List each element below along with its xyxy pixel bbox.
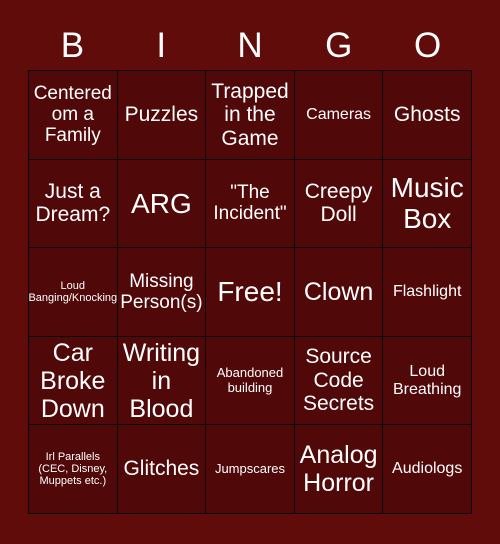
bingo-grid: Centered om a Family Puzzles Trapped in th… — [28, 70, 472, 514]
bingo-cell-label: Source Code Secrets — [302, 345, 375, 416]
bingo-cell-r4c4[interactable]: Source Code Secrets — [294, 336, 384, 426]
bingo-cell-r3c1[interactable]: Loud Banging/Knocking — [29, 248, 118, 337]
bingo-cell-r4c1[interactable]: Car Broke Down — [29, 336, 118, 426]
bingo-cell-label: Cameras — [306, 105, 372, 123]
bingo-cell-label: Flashlight — [392, 283, 462, 301]
bingo-cell-r2c2[interactable]: ARG — [117, 159, 207, 249]
bingo-cell-r5c1[interactable]: Irl Parallels (CEC, Disney, Muppets etc.… — [29, 425, 118, 514]
bingo-header-letter-i: I — [156, 25, 167, 65]
bingo-cell-label: Audiologs — [392, 460, 463, 478]
bingo-cell-label: Glitches — [123, 457, 200, 481]
bingo-cell-r5c5[interactable]: Audiologs — [383, 425, 472, 514]
bingo-cell-r3c5[interactable]: Flashlight — [383, 248, 472, 337]
bingo-cell-label: "The Incident" — [213, 182, 287, 225]
bingo-cell-label: Missing Person(s) — [120, 270, 203, 313]
bingo-cell-label: Just a Dream? — [35, 179, 111, 227]
bingo-cell-r4c5[interactable]: Loud Breathing — [383, 336, 472, 426]
bingo-cell-label: Loud Breathing — [392, 362, 462, 398]
bingo-cell-label: Music Box — [390, 172, 464, 235]
bingo-cell-r3c4[interactable]: Clown — [294, 248, 384, 337]
bingo-cell-label: Creepy Doll — [304, 179, 373, 227]
bingo-cell-label: Free! — [217, 276, 283, 308]
bingo-cell-label: Puzzles — [124, 103, 199, 127]
bingo-cell-label: Centered om a Family — [33, 82, 112, 147]
bingo-cell-r4c2[interactable]: Writing in Blood — [117, 336, 207, 426]
bingo-header-letter-o: O — [413, 25, 442, 65]
bingo-cell-r5c4[interactable]: Analog Horror — [294, 425, 384, 514]
bingo-cell-label: Irl Parallels (CEC, Disney, Muppets etc.… — [38, 450, 108, 488]
bingo-cell-r1c5[interactable]: Ghosts — [383, 71, 472, 160]
bingo-cell-r1c3[interactable]: Trapped in the Game — [206, 71, 295, 160]
bingo-card: B I N G O Centered om a Family Puzzles Tra… — [0, 0, 500, 544]
bingo-cell-label: Loud Banging/Knocking — [29, 279, 118, 304]
bingo-cell-r1c4[interactable]: Cameras — [294, 71, 384, 160]
bingo-header-letter-b: B — [60, 25, 85, 65]
bingo-cell-label: Ghosts — [393, 103, 461, 127]
bingo-cell-label: Trapped in the Game — [211, 79, 289, 150]
bingo-cell-label: Car Broke Down — [40, 338, 106, 423]
bingo-cell-r1c2[interactable]: Puzzles — [117, 71, 207, 160]
bingo-cell-r2c4[interactable]: Creepy Doll — [294, 159, 384, 249]
bingo-cell-r5c2[interactable]: Glitches — [117, 425, 207, 514]
bingo-cell-label: Clown — [303, 277, 374, 306]
bingo-cell-label: ARG — [131, 187, 192, 219]
bingo-cell-r5c3[interactable]: Jumpscares — [206, 425, 295, 514]
bingo-cell-label: Abandoned building — [216, 365, 284, 395]
bingo-cell-r2c1[interactable]: Just a Dream? — [29, 159, 118, 249]
bingo-cell-r2c3[interactable]: "The Incident" — [206, 159, 295, 249]
bingo-header: B I N G O — [28, 20, 472, 70]
bingo-cell-label: Analog Horror — [299, 441, 378, 498]
bingo-cell-label: Writing in Blood — [122, 338, 201, 423]
bingo-header-letter-n: N — [237, 25, 263, 65]
bingo-cell-r1c1[interactable]: Centered om a Family — [29, 71, 118, 160]
bingo-cell-r3c3[interactable]: Free! — [206, 248, 295, 337]
bingo-cell-r2c5[interactable]: Music Box — [383, 159, 472, 249]
bingo-cell-r4c3[interactable]: Abandoned building — [206, 336, 295, 426]
bingo-cell-label: Jumpscares — [214, 460, 286, 476]
bingo-cell-r3c2[interactable]: Missing Person(s) — [117, 248, 207, 337]
bingo-header-letter-g: G — [325, 25, 353, 65]
